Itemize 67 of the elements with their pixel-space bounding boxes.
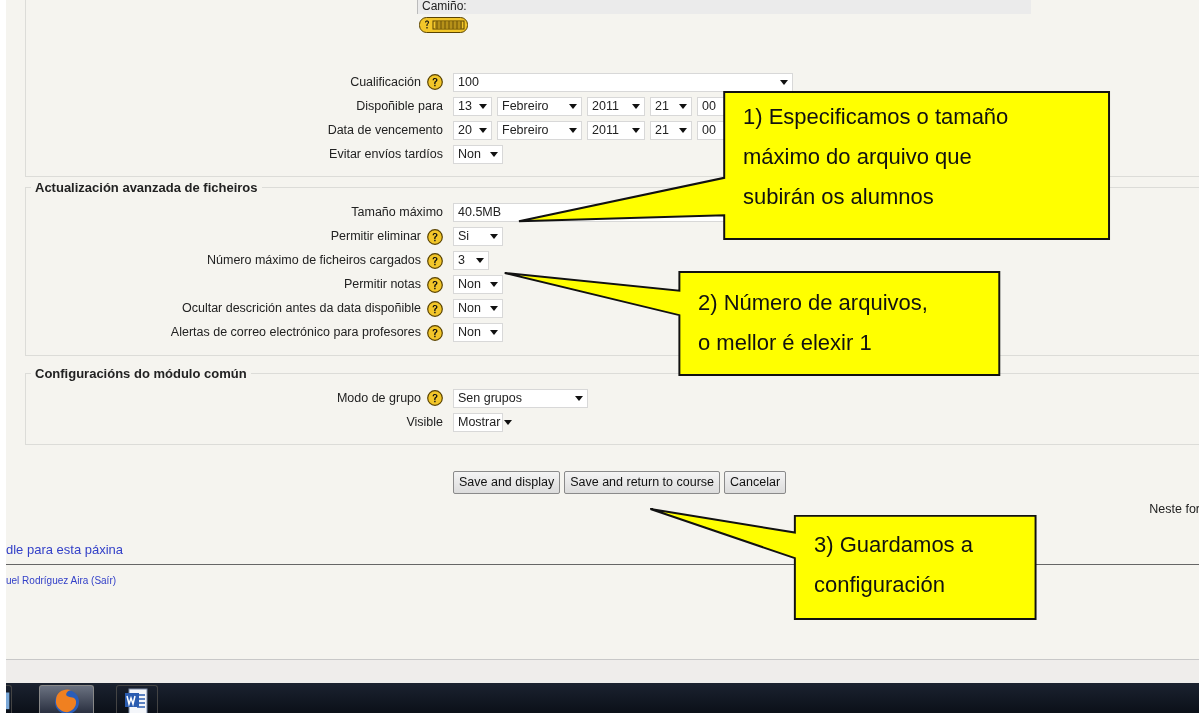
field-label: Permitir notas — [343, 276, 421, 294]
caret-icon — [490, 282, 498, 288]
field-label: Ocultar descrición antes da data dispoñible — [181, 300, 421, 318]
field-label: Número máximo de ficheiros cargados — [207, 252, 421, 270]
field-label: Cualificación — [350, 73, 421, 91]
side-note: Neste for — [1149, 500, 1199, 518]
dropdown[interactable]: Si — [453, 227, 503, 247]
caret-icon — [504, 419, 513, 425]
caret-icon — [679, 127, 687, 133]
caret-icon — [632, 103, 640, 109]
section-legend: Actualización avanzada de ficheiros — [31, 180, 262, 196]
field-label: Visible — [406, 413, 443, 431]
field-label: Data de vencemento — [327, 121, 443, 139]
caret-icon — [479, 127, 487, 133]
caret-icon — [490, 234, 498, 240]
form-button[interactable]: Cancelar — [724, 471, 787, 494]
help-icon[interactable] — [427, 228, 443, 245]
caret-icon — [679, 103, 687, 109]
form-button[interactable]: Save and return to course — [564, 471, 721, 494]
caret-icon — [569, 103, 577, 109]
dropdown[interactable]: Non — [453, 275, 503, 295]
caret-icon — [575, 395, 583, 401]
dropdown[interactable]: Non — [453, 299, 503, 319]
dropdown[interactable]: Non — [453, 323, 503, 343]
dropdown[interactable]: 13 — [453, 96, 492, 116]
keyboard-help-icon[interactable] — [419, 17, 468, 33]
dropdown[interactable]: 2011 — [587, 120, 645, 140]
caret-icon — [569, 127, 577, 133]
caret-icon — [780, 79, 788, 85]
dropdown[interactable]: 20 — [453, 120, 492, 140]
dropdown[interactable]: Febreiro — [497, 120, 582, 140]
form-button[interactable]: Save and display — [453, 471, 561, 494]
callout-text: 2) Número de arquivos, o mellor é elexir 1 — [698, 289, 928, 357]
help-icon[interactable] — [427, 74, 443, 90]
dropdown[interactable]: Febreiro — [497, 96, 582, 116]
dropdown[interactable]: Non — [453, 144, 503, 164]
help-icon[interactable] — [427, 390, 443, 407]
caret-icon — [490, 306, 498, 312]
help-icon[interactable] — [427, 300, 443, 317]
login-info[interactable]: uel Rodríguez Aira (Saír) — [6, 573, 117, 589]
field-label: Evitar envíos tardíos — [329, 145, 443, 163]
document-icon[interactable] — [116, 685, 158, 713]
dropdown[interactable]: 2011 — [587, 96, 645, 116]
dropdown[interactable]: 100 — [453, 72, 793, 92]
help-icon[interactable] — [427, 276, 443, 293]
help-icon[interactable] — [427, 252, 443, 269]
globe-icon[interactable] — [39, 685, 94, 713]
help-icon[interactable] — [427, 324, 443, 341]
caret-icon — [632, 127, 640, 133]
section-legend: Configuracións do módulo común — [31, 365, 251, 382]
docs-link[interactable]: dle para esta páxina — [6, 539, 124, 560]
field-label: Dispoñible para — [356, 97, 443, 115]
caret-icon — [476, 258, 484, 264]
path-text: Camiño: — [417, 0, 1031, 14]
caret-icon — [479, 103, 487, 109]
caret-icon — [490, 151, 498, 157]
field-label: Permitir eliminar — [330, 228, 421, 246]
field-label: Alertas de correo electrónico para profesores — [170, 324, 421, 342]
dropdown[interactable]: 3 — [453, 251, 489, 271]
field-label: Tamaño máximo — [351, 204, 443, 222]
caret-icon — [490, 330, 498, 336]
dropdown[interactable]: 21 — [650, 120, 692, 140]
field-label: Modo de grupo — [336, 389, 421, 407]
dropdown[interactable]: Sen grupos — [453, 388, 588, 408]
callout-text: 3) Guardamos a configuración — [814, 531, 973, 599]
dropdown[interactable]: 21 — [650, 96, 692, 116]
callout-text: 1) Especificamos o tamaño máximo do arquivo que subirán os alumnos — [743, 103, 1009, 211]
